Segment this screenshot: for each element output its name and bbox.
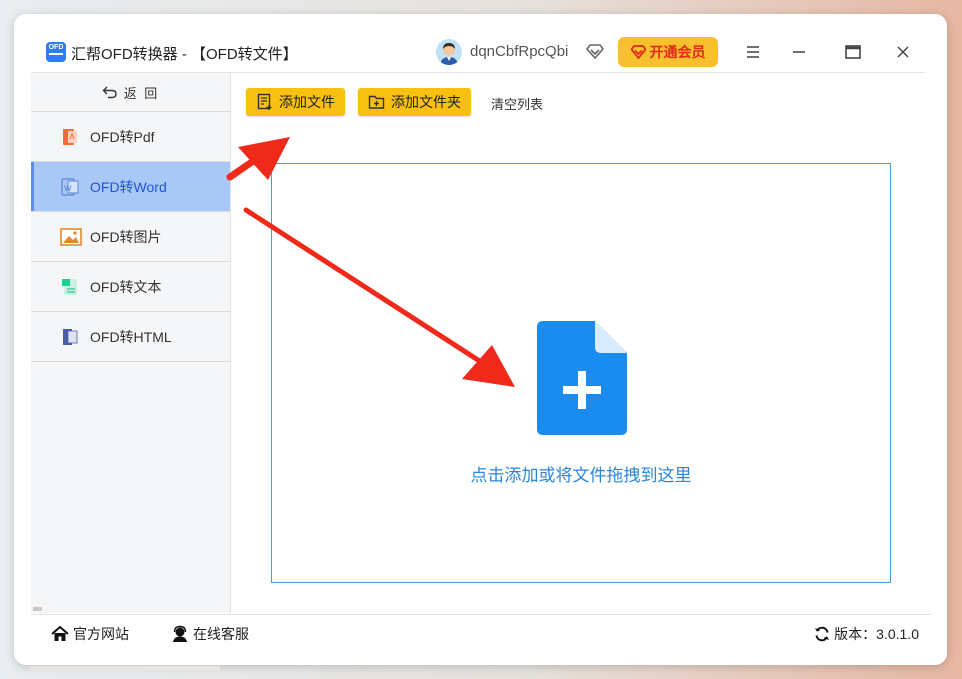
taskbar-shadow	[30, 666, 220, 671]
clear-list-button[interactable]: 清空列表	[491, 94, 543, 113]
title-bar: OFD 汇帮OFD转换器 - 【OFD转文件】 dqnCbfRpcQbi 开通会…	[14, 14, 947, 72]
sidebar: 返 回 OFD转Pdf W OFD转Word OFD转图片 OFD转文本 OFD…	[31, 73, 231, 613]
word-icon: W	[60, 177, 80, 197]
customer-service-icon	[173, 625, 187, 642]
file-drop-zone[interactable]: 点击添加或将文件拖拽到这里	[271, 163, 891, 583]
home-icon	[51, 626, 69, 641]
maximize-icon[interactable]	[842, 41, 864, 63]
menu-icon[interactable]	[742, 41, 764, 63]
vip-diamond-icon	[630, 45, 646, 59]
window-title: 汇帮OFD转换器 - 【OFD转文件】	[71, 46, 298, 63]
sidebar-item-label: OFD转文本	[90, 278, 162, 295]
add-file-large-icon	[537, 321, 627, 435]
add-folder-button[interactable]: 添加文件夹	[358, 88, 471, 116]
sidebar-item-ofd-to-word[interactable]: W OFD转Word	[31, 162, 230, 212]
vip-label: 开通会员	[649, 44, 706, 60]
sidebar-item-ofd-to-pdf[interactable]: OFD转Pdf	[31, 112, 230, 162]
add-file-button[interactable]: 添加文件	[246, 88, 345, 116]
version-info: 版本：3.0.1.0	[814, 624, 919, 644]
official-website-link[interactable]: 官方网站	[51, 624, 129, 644]
svg-text:W: W	[64, 184, 72, 193]
html-icon	[60, 327, 80, 347]
sidebar-item-ofd-to-text[interactable]: OFD转文本	[31, 262, 230, 312]
refresh-icon	[815, 626, 830, 642]
sidebar-item-ofd-to-html[interactable]: OFD转HTML	[31, 312, 230, 362]
sidebar-item-label: OFD转HTML	[90, 328, 172, 345]
username[interactable]: dqnCbfRpcQbi	[470, 43, 568, 60]
online-support-label: 在线客服	[193, 626, 249, 642]
close-icon[interactable]	[892, 41, 914, 63]
online-support-link[interactable]: 在线客服	[171, 624, 249, 644]
image-icon	[60, 227, 82, 247]
drop-zone-text: 点击添加或将文件拖拽到这里	[470, 466, 692, 485]
sidebar-item-label: OFD转Pdf	[90, 128, 155, 145]
sidebar-item-ofd-to-image[interactable]: OFD转图片	[31, 212, 230, 262]
back-button[interactable]: 返 回	[31, 73, 230, 112]
sidebar-item-label: OFD转Word	[90, 178, 167, 195]
app-window: OFD 汇帮OFD转换器 - 【OFD转文件】 dqnCbfRpcQbi 开通会…	[14, 14, 947, 665]
back-arrow-icon	[102, 86, 117, 99]
back-label: 返 回	[123, 85, 160, 101]
version-label: 版本：3.0.1.0	[834, 626, 919, 642]
sidebar-item-label: OFD转图片	[90, 228, 162, 245]
add-file-label: 添加文件	[279, 94, 335, 110]
vip-button[interactable]: 开通会员	[618, 37, 718, 67]
add-folder-label: 添加文件夹	[391, 94, 461, 110]
pdf-icon	[60, 127, 80, 147]
app-logo: OFD	[46, 42, 66, 62]
text-icon	[60, 277, 80, 297]
footer-bar: 官方网站 在线客服 版本：3.0.1.0	[31, 614, 931, 650]
sidebar-resize-handle[interactable]	[33, 607, 42, 611]
user-avatar[interactable]	[436, 39, 462, 65]
add-file-icon	[257, 93, 272, 110]
diamond-icon	[585, 41, 605, 61]
minimize-icon[interactable]	[788, 41, 810, 63]
official-website-label: 官方网站	[73, 626, 129, 642]
add-folder-icon	[368, 95, 385, 109]
